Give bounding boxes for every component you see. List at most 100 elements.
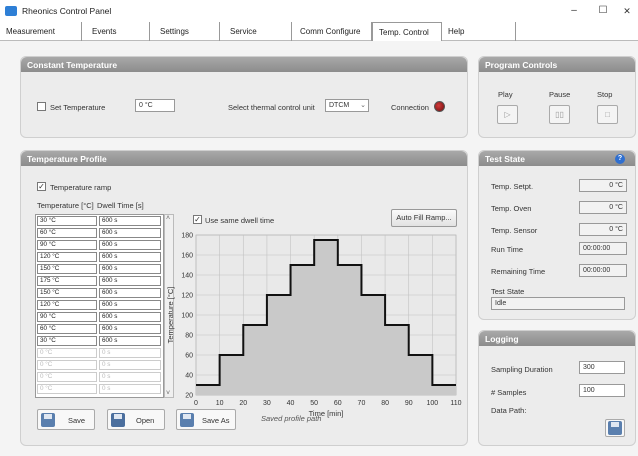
floppy-icon xyxy=(41,413,55,427)
tab-bar: Measurement Events Settings Service Comm… xyxy=(0,22,638,42)
play-button[interactable]: ▷ xyxy=(497,105,518,124)
y-tick-label: 140 xyxy=(181,273,193,280)
panel-title: Constant Temperature xyxy=(21,57,467,72)
dwell-time-cell[interactable]: 600 s xyxy=(99,276,161,286)
scroll-up-icon[interactable]: ˄ xyxy=(166,215,170,222)
x-tick-label: 40 xyxy=(287,400,295,407)
temp-oven-label: Temp. Oven xyxy=(491,204,532,213)
title-bar: Rheonics Control Panel – ☐ ✕ xyxy=(0,0,638,22)
test-state-panel: Test State ? Temp. Setpt. 0 °C Temp. Ove… xyxy=(478,150,636,320)
tab-comm-configure[interactable]: Comm Configure xyxy=(292,22,372,41)
dwell-time-cell[interactable]: 600 s xyxy=(99,264,161,274)
temperature-input[interactable]: 0 °C xyxy=(135,99,175,112)
tab-measurement[interactable]: Measurement xyxy=(0,22,82,41)
dwell-time-cell[interactable]: 600 s xyxy=(99,336,161,346)
maximize-icon[interactable]: ☐ xyxy=(593,4,613,18)
same-dwell-checkbox[interactable]: ✓ xyxy=(193,215,202,224)
play-label: Play xyxy=(498,90,513,99)
temperature-cell[interactable]: 120 °C xyxy=(37,252,97,262)
temperature-cell[interactable]: 90 °C xyxy=(37,240,97,250)
temperature-cell: 0 °C xyxy=(37,360,97,370)
dwell-time-cell: 0 s xyxy=(99,372,161,382)
temp-setpt-value: 0 °C xyxy=(579,179,627,192)
temperature-cell[interactable]: 90 °C xyxy=(37,312,97,322)
column-dwell-time: Dwell Time [s] xyxy=(97,201,144,210)
y-tick-label: 80 xyxy=(185,333,193,340)
temp-sensor-label: Temp. Sensor xyxy=(491,226,538,235)
floppy-icon xyxy=(608,421,622,435)
thermal-unit-value: DTCM xyxy=(329,102,350,109)
x-tick-label: 10 xyxy=(216,400,224,407)
play-icon: ▷ xyxy=(504,110,511,119)
temperature-cell[interactable]: 60 °C xyxy=(37,324,97,334)
panel-title: Test State xyxy=(479,151,635,166)
y-tick-label: 20 xyxy=(185,393,193,400)
x-tick-label: 90 xyxy=(405,400,413,407)
save-as-button[interactable]: Save As xyxy=(176,409,236,430)
connection-label: Connection xyxy=(391,103,429,112)
sampling-duration-label: Sampling Duration xyxy=(491,365,553,374)
window-title: Rheonics Control Panel xyxy=(22,6,112,16)
stop-button[interactable]: □ xyxy=(597,105,618,124)
temp-sensor-value: 0 °C xyxy=(579,223,627,236)
temperature-ramp-checkbox[interactable]: ✓ xyxy=(37,182,46,191)
temperature-cell[interactable]: 30 °C xyxy=(37,336,97,346)
tab-temp-control[interactable]: Temp. Control xyxy=(372,22,442,42)
program-controls-panel: Program Controls Play Pause Stop ▷ ▯▯ □ xyxy=(478,56,636,138)
y-tick-label: 40 xyxy=(185,373,193,380)
data-path-label: Data Path: xyxy=(491,406,527,415)
temperature-cell[interactable]: 150 °C xyxy=(37,264,97,274)
dwell-time-cell[interactable]: 600 s xyxy=(99,216,161,226)
floppy-icon xyxy=(180,413,194,427)
dwell-time-cell[interactable]: 600 s xyxy=(99,288,161,298)
open-button[interactable]: Open xyxy=(107,409,165,430)
thermal-unit-select[interactable]: DTCM ⌄ xyxy=(325,99,369,112)
temperature-chart: 0 10 20 30 40 50 60 70 80 90 100 110 20 40 60 80 100 120 1… xyxy=(166,233,462,419)
column-temperature: Temperature [°C] xyxy=(37,201,94,210)
x-tick-label: 50 xyxy=(310,400,318,407)
save-button[interactable]: Save xyxy=(37,409,95,430)
x-tick-label: 100 xyxy=(427,400,439,407)
x-tick-label: 30 xyxy=(263,400,271,407)
panel-title: Logging xyxy=(479,331,635,346)
close-icon[interactable]: ✕ xyxy=(617,4,637,18)
open-label: Open xyxy=(136,416,155,425)
temperature-cell[interactable]: 175 °C xyxy=(37,276,97,286)
temp-setpt-label: Temp. Setpt. xyxy=(491,182,534,191)
dwell-time-cell[interactable]: 600 s xyxy=(99,252,161,262)
saved-profile-path: Saved profile path xyxy=(261,414,322,423)
data-path-save-button[interactable] xyxy=(605,419,625,437)
sampling-duration-input[interactable]: 300 xyxy=(579,361,625,374)
temperature-ramp-label: Temperature ramp xyxy=(50,183,112,192)
pause-button[interactable]: ▯▯ xyxy=(549,105,570,124)
same-dwell-label: Use same dwell time xyxy=(205,216,275,225)
set-temperature-checkbox[interactable] xyxy=(37,102,46,111)
dwell-time-cell[interactable]: 600 s xyxy=(99,312,161,322)
temperature-cell[interactable]: 150 °C xyxy=(37,288,97,298)
x-tick-label: 60 xyxy=(334,400,342,407)
save-as-label: Save As xyxy=(202,416,230,425)
profile-table[interactable]: 30 °C 600 s 60 °C 600 s 90 °C 600 s 120 °C 600 … xyxy=(35,214,164,398)
remaining-time-label: Remaining Time xyxy=(491,267,546,276)
connection-indicator xyxy=(434,101,445,112)
help-icon[interactable]: ? xyxy=(615,154,625,164)
temperature-cell[interactable]: 120 °C xyxy=(37,300,97,310)
run-time-label: Run Time xyxy=(491,245,524,254)
dwell-time-cell[interactable]: 600 s xyxy=(99,228,161,238)
dwell-time-cell[interactable]: 600 s xyxy=(99,240,161,250)
dwell-time-cell[interactable]: 600 s xyxy=(99,324,161,334)
temperature-cell[interactable]: 60 °C xyxy=(37,228,97,238)
temperature-cell[interactable]: 30 °C xyxy=(37,216,97,226)
y-tick-label: 100 xyxy=(181,313,193,320)
tab-events[interactable]: Events xyxy=(82,22,150,41)
dwell-time-cell[interactable]: 600 s xyxy=(99,300,161,310)
tab-settings[interactable]: Settings xyxy=(150,22,220,41)
pause-label: Pause xyxy=(549,90,571,99)
temperature-profile-panel: Temperature Profile ✓ Temperature ramp T… xyxy=(20,150,468,446)
samples-input[interactable]: 100 xyxy=(579,384,625,397)
set-temperature-label: Set Temperature xyxy=(50,103,106,112)
tab-help[interactable]: Help xyxy=(442,22,516,41)
minimize-icon[interactable]: – xyxy=(564,4,584,18)
tab-service[interactable]: Service xyxy=(220,22,292,41)
logging-panel: Logging Sampling Duration 300 # Samples … xyxy=(478,330,636,446)
